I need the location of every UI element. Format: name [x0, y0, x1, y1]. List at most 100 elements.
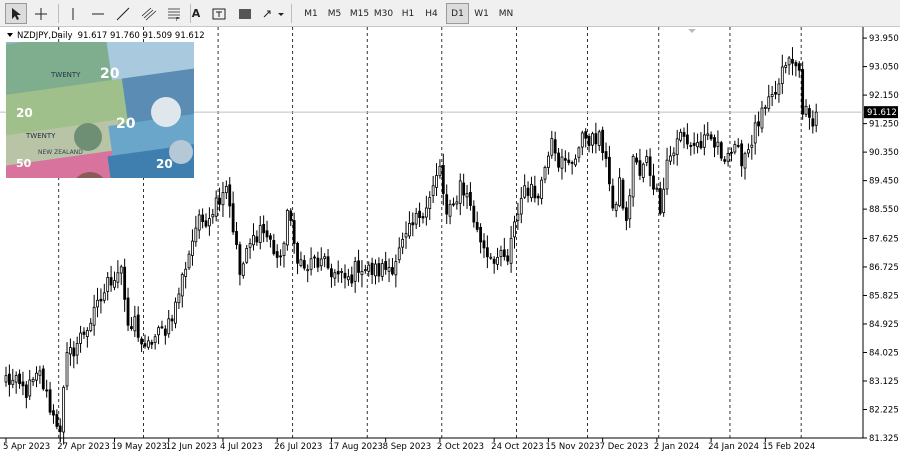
candle-body — [635, 157, 638, 163]
timeframe-mn-button[interactable]: MN — [494, 3, 518, 24]
candle-body — [628, 195, 632, 220]
x-tick-label: 15 Feb 2024 — [762, 442, 815, 452]
candle-body — [31, 379, 35, 383]
candle-body — [82, 331, 86, 335]
x-tick-label: 15 Nov 2023 — [545, 442, 599, 452]
crosshair-icon — [35, 7, 47, 20]
candle-body — [797, 63, 801, 71]
candle-body — [79, 332, 82, 344]
timeframe-w1-button[interactable]: W1 — [470, 3, 493, 24]
banknote-lettering: 20 — [16, 106, 33, 120]
candle-body — [435, 175, 438, 188]
y-tick-label: 81.325 — [869, 434, 899, 444]
candle-body — [357, 260, 360, 273]
rectangle-tool-button[interactable] — [234, 3, 256, 24]
candle-body — [21, 381, 25, 387]
candle-body — [743, 153, 747, 169]
candle-body — [387, 267, 391, 272]
crosshair-tool-button[interactable] — [30, 3, 52, 24]
y-tick-label: 91.250 — [869, 120, 899, 130]
candle-body — [465, 193, 469, 198]
timeframe-d1-button[interactable]: D1 — [446, 3, 469, 24]
candle-body — [591, 133, 594, 146]
candle-body — [604, 151, 608, 159]
cursor-tool-button[interactable] — [5, 3, 27, 24]
candle-body — [65, 352, 69, 387]
trendline-tool-button[interactable] — [112, 3, 134, 24]
candle-body — [594, 133, 598, 145]
candle-body — [218, 197, 221, 205]
candle-body — [167, 318, 171, 335]
candle-body — [174, 301, 177, 324]
candle-body — [716, 141, 720, 147]
timeframe-h1-button[interactable]: H1 — [397, 3, 419, 24]
x-tick-label: 26 Jul 2023 — [274, 442, 322, 452]
candle-body — [689, 145, 693, 147]
vertical-line-tool-button[interactable] — [63, 3, 83, 24]
arrows-tool-button[interactable] — [260, 3, 286, 24]
timeframe-h4-button[interactable]: H4 — [420, 3, 443, 24]
banknote-lettering: 50 — [16, 157, 32, 170]
candle-body — [231, 203, 235, 233]
candle-body — [713, 137, 716, 148]
candle-body — [699, 140, 703, 149]
candle-body — [533, 185, 537, 199]
candle-body — [733, 143, 737, 153]
timeframe-m15-button[interactable]: M15 — [347, 3, 372, 24]
candle-body — [85, 330, 89, 337]
fibonacci-tool-button[interactable]: F — [163, 3, 185, 24]
candle-body — [652, 175, 655, 190]
candle-body — [750, 144, 754, 148]
candle-body — [41, 368, 45, 390]
candle-body — [547, 155, 550, 168]
candle-body — [618, 177, 621, 207]
candle-body — [658, 188, 662, 214]
candle-body — [177, 293, 181, 304]
candle-body — [279, 255, 282, 258]
timeframe-m5-button[interactable]: M5 — [323, 3, 346, 24]
candle-body — [506, 255, 510, 262]
text-label-tool-button[interactable] — [208, 3, 230, 24]
candle-body — [475, 222, 479, 230]
candle-body — [740, 143, 744, 167]
candle-body — [285, 209, 289, 246]
candle-body — [265, 230, 269, 238]
candle-body — [214, 197, 218, 217]
candle-body — [333, 272, 337, 279]
toolbar-separator — [291, 4, 292, 23]
candle-body — [96, 299, 99, 308]
candle-body — [269, 235, 272, 240]
candle-body — [496, 257, 499, 265]
candle-body — [645, 156, 649, 163]
nzd-banknotes-image: TWENTY 20 20 TWENTY 20 50 20 NEW ZEALAND — [6, 42, 194, 178]
cursor-arrow-icon — [12, 7, 21, 20]
candle-body — [106, 277, 110, 292]
timeframe-m1-button[interactable]: M1 — [300, 3, 322, 24]
candle — [801, 61, 805, 120]
candle-body — [472, 205, 476, 223]
y-tick-label: 85.825 — [869, 291, 899, 301]
candle-body — [360, 271, 364, 276]
candle — [41, 365, 45, 391]
banknote-lettering: 20 — [100, 66, 120, 82]
candle-body — [201, 214, 205, 222]
candle-body — [224, 185, 228, 194]
candle-body — [462, 182, 466, 196]
candle-body — [730, 151, 733, 154]
horizontal-line-tool-button[interactable] — [87, 3, 109, 24]
timeframe-m30-button[interactable]: M30 — [371, 3, 396, 24]
text-tool-button[interactable]: A — [186, 3, 206, 24]
candle-body — [4, 375, 8, 383]
candle-body — [380, 263, 384, 277]
x-tick-label: 24 Oct 2023 — [491, 442, 544, 452]
candle-body — [191, 240, 194, 256]
candle-body — [340, 271, 344, 273]
candle-body — [346, 276, 350, 281]
candle-body — [662, 188, 666, 213]
x-tick-label: 24 Jan 2024 — [708, 442, 759, 452]
candle-body — [580, 132, 584, 148]
channel-tool-button[interactable] — [137, 3, 161, 24]
candle-body — [394, 261, 398, 276]
candle-body — [536, 195, 540, 199]
candle-body — [391, 267, 394, 275]
